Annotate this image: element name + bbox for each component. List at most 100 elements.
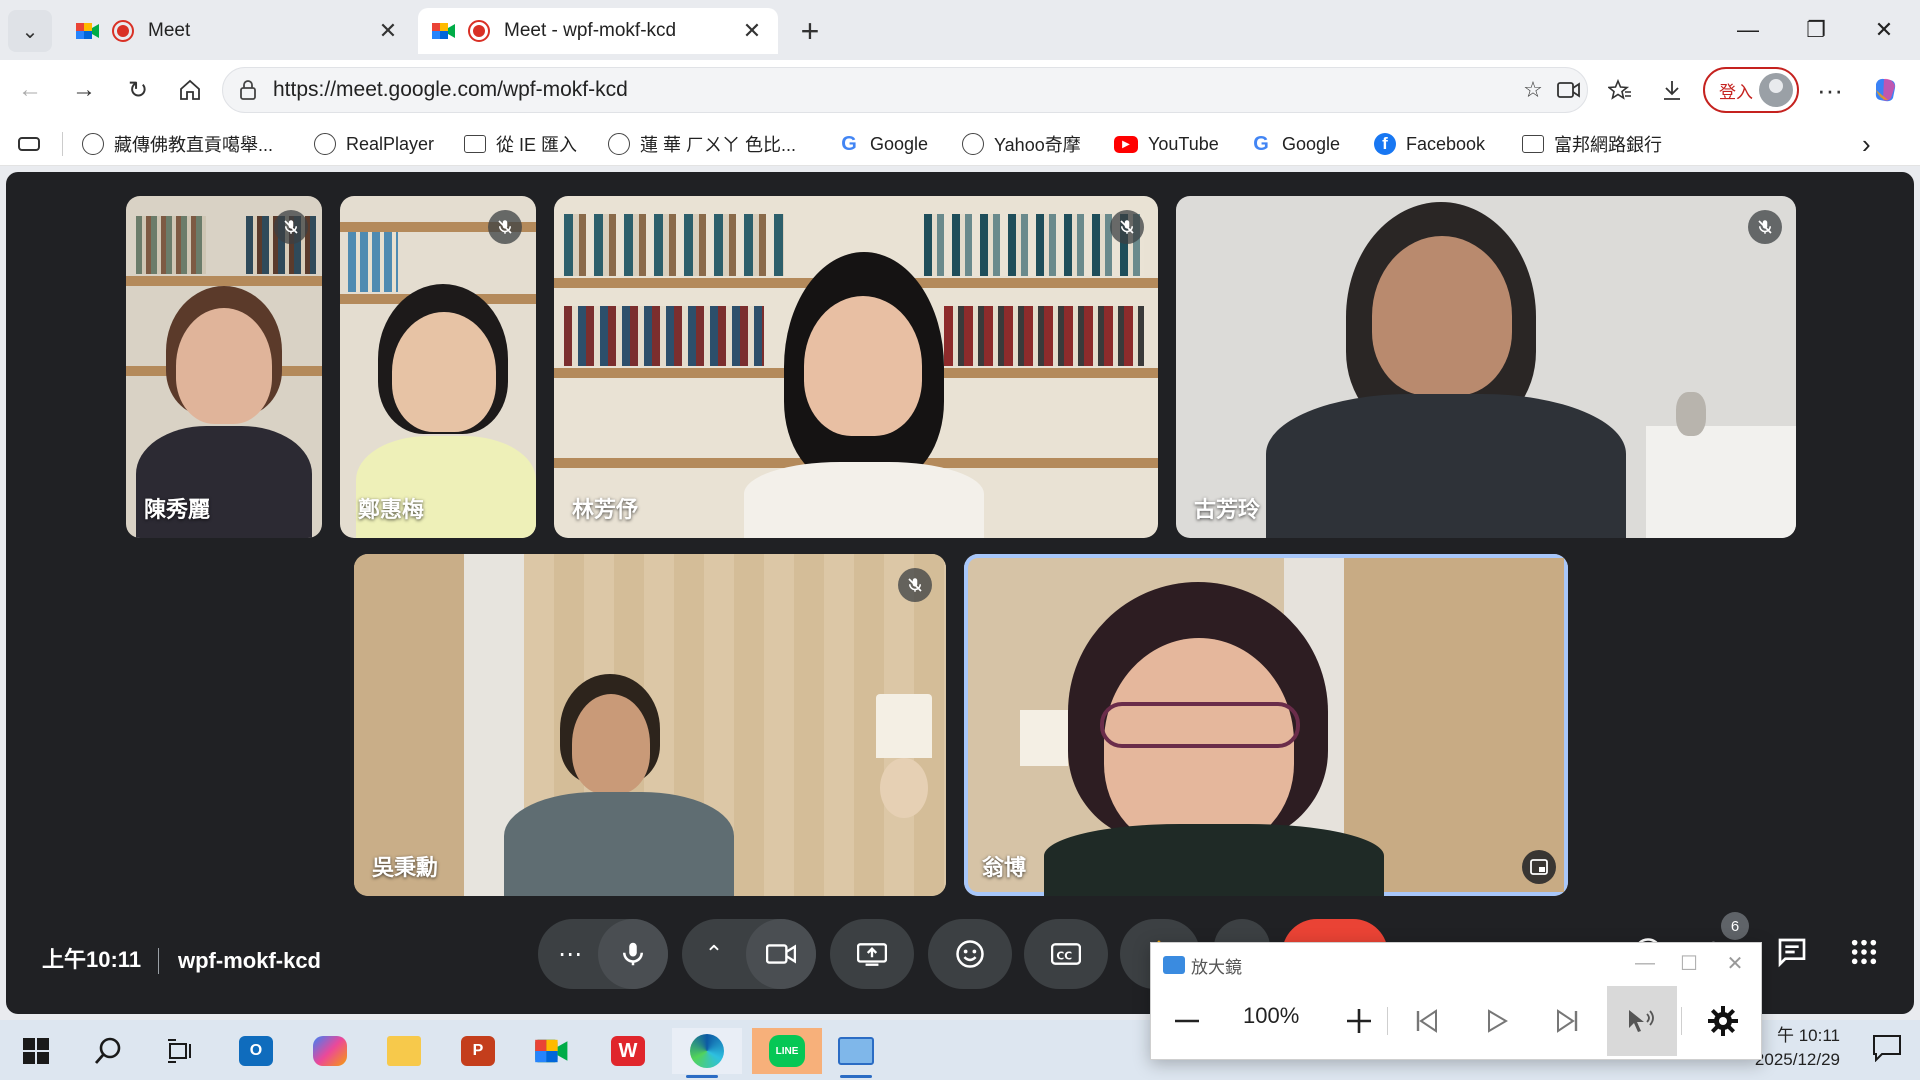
notification-center-button[interactable]: [1872, 1034, 1902, 1063]
profile-login-button[interactable]: 登入: [1703, 67, 1799, 113]
line-app[interactable]: LINE: [752, 1028, 822, 1074]
tab-actions-menu-button[interactable]: ⌄: [8, 10, 52, 52]
plus-icon: [1347, 1009, 1371, 1033]
outlook-app[interactable]: O: [226, 1028, 286, 1074]
task-view-button[interactable]: [150, 1028, 210, 1074]
bookmark-folder[interactable]: 富邦網路銀行: [1522, 130, 1662, 158]
bookmark-label: 富邦網路銀行: [1554, 135, 1662, 155]
participant-tile[interactable]: 古芳玲: [1176, 196, 1796, 538]
maximize-button[interactable]: ☐: [1669, 949, 1709, 977]
copilot-app[interactable]: [300, 1028, 360, 1074]
bookmark-label: 蓮 華 ㄏㄨㄚ 色比...: [640, 135, 797, 155]
chevron-up-icon[interactable]: ⌃: [682, 941, 746, 967]
read-from-here-button[interactable]: [1607, 986, 1677, 1056]
close-window-button[interactable]: ✕: [1854, 8, 1914, 52]
tab-meet[interactable]: Meet ✕: [62, 8, 414, 54]
home-icon: [180, 79, 200, 100]
zoom-out-button[interactable]: [1155, 989, 1219, 1053]
more-bookmarks-button[interactable]: ›: [1862, 129, 1871, 159]
lock-icon[interactable]: [237, 79, 259, 101]
favorites-button[interactable]: [1600, 70, 1640, 110]
home-button[interactable]: [170, 70, 210, 110]
avatar-icon: [1759, 73, 1793, 107]
divider: [158, 948, 159, 974]
captions-button[interactable]: CC: [1024, 919, 1108, 989]
zoom-in-button[interactable]: [1327, 989, 1391, 1053]
system-clock[interactable]: 午 10:11 2025/12/29: [1755, 1024, 1840, 1072]
edge-browser-app[interactable]: [672, 1028, 742, 1078]
magnifier-icon: [1163, 956, 1185, 974]
camera-button[interactable]: [746, 919, 816, 989]
activities-button[interactable]: [1842, 930, 1886, 974]
start-button[interactable]: [6, 1028, 66, 1074]
google-meet-app[interactable]: [522, 1028, 582, 1074]
powerpoint-app[interactable]: P: [448, 1028, 508, 1074]
restore-button[interactable]: ❐: [1786, 8, 1846, 52]
bookmark-item[interactable]: 藏傳佛教直貢噶舉...: [82, 130, 273, 158]
close-tab-icon[interactable]: ✕: [740, 18, 764, 44]
close-tab-icon[interactable]: ✕: [376, 18, 400, 44]
more-audio-options-button[interactable]: ⋯: [538, 940, 602, 969]
magnifier-app[interactable]: [826, 1028, 886, 1078]
refresh-button[interactable]: ↻: [118, 70, 158, 110]
download-icon: [1664, 81, 1680, 100]
bookmark-item[interactable]: G Google: [1250, 130, 1340, 158]
favorite-star-icon[interactable]: ☆: [1515, 72, 1551, 108]
copilot-button[interactable]: [1866, 70, 1906, 110]
chat-button[interactable]: [1770, 930, 1814, 974]
address-bar[interactable]: https://meet.google.com/wpf-mokf-kcd ☆: [222, 67, 1588, 113]
wps-office-app[interactable]: W: [598, 1028, 658, 1074]
book-row: [944, 306, 1144, 366]
camera-in-use-icon[interactable]: [1551, 72, 1587, 108]
bookmark-item[interactable]: ▶ YouTube: [1114, 130, 1219, 158]
glasses-decoration: [1100, 702, 1300, 748]
participant-name: 鄭惠梅: [358, 497, 425, 522]
bookmark-item[interactable]: RealPlayer: [314, 130, 434, 158]
read-aloud-pointer-icon: [1629, 1010, 1654, 1032]
shelf-decoration: [1344, 558, 1564, 892]
settings-more-button[interactable]: ···: [1810, 70, 1850, 110]
close-button[interactable]: ✕: [1715, 949, 1755, 977]
google-meet-icon: [432, 21, 456, 41]
svg-text:CC: CC: [1056, 949, 1072, 962]
microphone-button[interactable]: [598, 919, 668, 989]
participant-tile[interactable]: 鄭惠梅: [340, 196, 536, 538]
magnifier-settings-button[interactable]: [1691, 989, 1755, 1053]
forward-button[interactable]: →: [64, 70, 104, 110]
favorites-list-icon: [1608, 78, 1631, 100]
google-meet-icon: [535, 1039, 568, 1063]
pin-tile-button[interactable]: [1522, 850, 1556, 884]
clock-time: 午 10:11: [1776, 1026, 1840, 1045]
participant-name: 陳秀麗: [144, 497, 211, 522]
participant-tile[interactable]: 吳秉勳: [354, 554, 946, 896]
magnifier-title-bar[interactable]: 放大鏡: [1163, 953, 1242, 977]
file-explorer-app[interactable]: [374, 1028, 434, 1074]
present-screen-button[interactable]: [830, 919, 914, 989]
bookmark-item[interactable]: f Facebook: [1374, 130, 1485, 158]
mic-off-icon: [488, 210, 522, 244]
downloads-button[interactable]: [1652, 70, 1692, 110]
previous-paragraph-button[interactable]: [1395, 989, 1459, 1053]
reactions-button[interactable]: [928, 919, 1012, 989]
tab-meet-active[interactable]: Meet - wpf-mokf-kcd ✕: [418, 8, 778, 54]
new-tab-button[interactable]: +: [790, 12, 830, 50]
back-button[interactable]: ←: [10, 70, 50, 110]
bookmark-folder[interactable]: 從 IE 匯入: [464, 130, 577, 158]
play-button[interactable]: [1465, 989, 1529, 1053]
read-mode-button[interactable]: [18, 130, 40, 158]
participant-tile[interactable]: 陳秀麗: [126, 196, 322, 538]
participant-tile-active-speaker[interactable]: 翁博: [964, 554, 1568, 896]
minimize-button[interactable]: —: [1718, 8, 1778, 52]
search-button[interactable]: [78, 1028, 138, 1074]
next-paragraph-button[interactable]: [1535, 989, 1599, 1053]
globe-icon: [82, 133, 104, 155]
participant-tile[interactable]: 林芳伃: [554, 196, 1158, 538]
minus-icon: [1175, 1019, 1199, 1023]
chevron-down-icon: ⌄: [21, 20, 39, 43]
magnifier-title: 放大鏡: [1191, 957, 1242, 977]
bookmark-item[interactable]: Yahoo奇摩: [962, 130, 1081, 158]
url-text[interactable]: https://meet.google.com/wpf-mokf-kcd: [273, 78, 1515, 102]
bookmark-item[interactable]: G Google: [838, 130, 928, 158]
minimize-button[interactable]: —: [1625, 949, 1665, 977]
bookmark-item[interactable]: 蓮 華 ㄏㄨㄚ 色比...: [608, 130, 796, 158]
